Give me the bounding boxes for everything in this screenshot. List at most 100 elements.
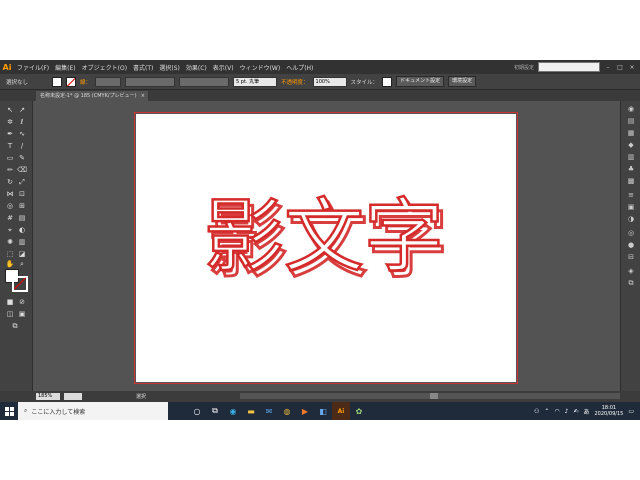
rectangle-tool-icon[interactable]: ▭ xyxy=(5,153,15,163)
zoom-field[interactable]: 185% xyxy=(36,393,60,400)
ime-indicator[interactable]: あ xyxy=(583,407,589,416)
fill-swatch[interactable] xyxy=(52,76,63,87)
paint-icon[interactable]: ✿ xyxy=(350,402,368,420)
align-panel-icon[interactable]: ⊟ xyxy=(626,253,636,262)
lasso-tool-icon[interactable]: ℓ xyxy=(17,117,27,127)
opacity-field[interactable]: 100% xyxy=(312,76,347,87)
magic-wand-tool-icon[interactable]: ✲ xyxy=(5,117,15,127)
width-tool-icon[interactable]: ⋈ xyxy=(5,189,15,199)
graphic-styles-panel-icon[interactable]: ● xyxy=(626,241,636,250)
edge-browser-icon[interactable]: ◉ xyxy=(224,402,242,420)
pen-workspace-icon[interactable]: ✍ xyxy=(573,408,578,415)
type-tool-icon[interactable]: T xyxy=(5,141,15,151)
screen-mode-icon[interactable]: ▣ xyxy=(17,309,27,319)
artboard[interactable]: 影文字 影文字 xyxy=(136,114,516,382)
libraries-panel-icon[interactable]: ▦ xyxy=(626,129,636,138)
gradient-tool-icon[interactable]: ▤ xyxy=(17,213,27,223)
scale-tool-icon[interactable]: ⤢ xyxy=(17,177,27,187)
file-explorer-icon[interactable]: ▬ xyxy=(242,402,260,420)
artboards-panel-icon[interactable]: ⧉ xyxy=(626,279,636,288)
pen-tool-icon[interactable]: ✒ xyxy=(5,129,15,139)
eyedropper-tool-icon[interactable]: ⌖ xyxy=(5,225,15,235)
layers-panel-icon[interactable]: ◈ xyxy=(626,267,636,276)
workspace-switcher[interactable]: 初期設定 xyxy=(514,64,534,71)
swatches-panel-icon[interactable]: ▥ xyxy=(626,153,636,162)
media-player-icon[interactable]: ▶ xyxy=(296,402,314,420)
tab-close-icon[interactable]: × xyxy=(141,91,145,101)
maximize-icon[interactable]: □ xyxy=(616,64,624,71)
graph-tool-icon[interactable]: ▥ xyxy=(17,237,27,247)
horizontal-scrollbar[interactable] xyxy=(240,393,620,399)
hand-tool-icon[interactable]: ✋ xyxy=(5,259,15,269)
taskbar-clock[interactable]: 18:01 2020/09/15 xyxy=(595,405,624,417)
taskbar-search-box[interactable]: ⌕ ここに入力して検索 xyxy=(18,402,168,420)
artboard-navigator[interactable] xyxy=(64,393,82,400)
menu-object[interactable]: オブジェクト(O) xyxy=(79,63,130,72)
symbol-sprayer-tool-icon[interactable]: ✺ xyxy=(5,237,15,247)
variable-width-profile[interactable] xyxy=(125,76,176,87)
opacity-label[interactable]: 不透明度： xyxy=(281,78,309,86)
notification-icon[interactable]: ▭ xyxy=(628,408,634,415)
stroke-color-box[interactable] xyxy=(12,276,28,292)
illustrator-taskbar-icon[interactable]: Ai xyxy=(332,402,350,420)
stroke-panel-icon[interactable]: ≡ xyxy=(626,191,636,200)
pencil-tool-icon[interactable]: ✏ xyxy=(5,165,15,175)
chrome-icon[interactable]: ◍ xyxy=(278,402,296,420)
blend-tool-icon[interactable]: ◐ xyxy=(17,225,27,235)
menu-effect[interactable]: 効果(C) xyxy=(183,63,210,72)
symbols-panel-icon[interactable]: ▩ xyxy=(626,177,636,186)
curvature-tool-icon[interactable]: ∿ xyxy=(17,129,27,139)
menu-view[interactable]: 表示(V) xyxy=(210,63,237,72)
current-tool-status[interactable]: 選択 xyxy=(136,393,146,400)
mail-icon[interactable]: ✉ xyxy=(260,402,278,420)
mesh-tool-icon[interactable]: # xyxy=(5,213,15,223)
stroke-weight-field[interactable] xyxy=(95,76,122,87)
canvas-area[interactable]: 影文字 影文字 xyxy=(33,101,619,391)
brushes-panel-icon[interactable]: ♣ xyxy=(626,165,636,174)
none-color-icon[interactable]: ⊘ xyxy=(17,297,27,307)
start-button[interactable] xyxy=(0,402,18,420)
graphic-style-swatch[interactable] xyxy=(382,76,393,87)
color-panel-icon[interactable]: ◆ xyxy=(626,141,636,150)
menu-help[interactable]: ヘルプ(H) xyxy=(283,63,316,72)
minimize-icon[interactable]: – xyxy=(604,64,612,71)
appearance-panel-icon[interactable]: ◎ xyxy=(626,229,636,238)
people-icon[interactable]: ⚇ xyxy=(534,408,539,415)
free-transform-tool-icon[interactable]: ⊡ xyxy=(17,189,27,199)
preferences-button[interactable]: 環境設定 xyxy=(448,76,477,87)
selection-tool-icon[interactable]: ↖ xyxy=(5,105,15,115)
color-mode-icon[interactable]: ■ xyxy=(5,297,15,307)
scrollbar-thumb[interactable] xyxy=(430,393,438,399)
show-hidden-icons-icon[interactable]: ⌃ xyxy=(544,408,549,415)
drawing-mode-icon[interactable]: ◫ xyxy=(5,309,15,319)
document-setup-button[interactable]: ドキュメント設定 xyxy=(396,76,445,87)
paintbrush-tool-icon[interactable]: ✎ xyxy=(17,153,27,163)
gradient-panel-icon[interactable]: ▣ xyxy=(626,203,636,212)
eraser-tool-icon[interactable]: ⌫ xyxy=(17,165,27,175)
rotate-tool-icon[interactable]: ↻ xyxy=(5,177,15,187)
store-icon[interactable]: ◧ xyxy=(314,402,332,420)
cortana-icon[interactable]: ○ xyxy=(188,402,206,420)
artboard-tool-icon[interactable]: ⬚ xyxy=(5,249,15,259)
network-icon[interactable]: ◠ xyxy=(554,408,559,415)
brush-definition[interactable] xyxy=(179,76,230,87)
properties-panel-icon[interactable]: ▤ xyxy=(626,117,636,126)
menu-type[interactable]: 書式(T) xyxy=(130,63,156,72)
zoom-tool-icon[interactable]: ⌕ xyxy=(17,259,27,269)
shape-builder-tool-icon[interactable]: ◎ xyxy=(5,201,15,211)
brush-select[interactable]: 5 pt. 丸筆 xyxy=(233,76,278,87)
close-icon[interactable]: × xyxy=(628,64,636,71)
slice-tool-icon[interactable]: ◪ xyxy=(17,249,27,259)
stroke-swatch[interactable] xyxy=(66,76,77,87)
volume-icon[interactable]: ♪ xyxy=(565,408,569,415)
menu-edit[interactable]: 編集(E) xyxy=(52,63,78,72)
visibility-eye-icon[interactable]: ◉ xyxy=(626,105,636,114)
line-tool-icon[interactable]: / xyxy=(17,141,27,151)
direct-selection-tool-icon[interactable]: ↗ xyxy=(17,105,27,115)
menu-select[interactable]: 選択(S) xyxy=(156,63,183,72)
edit-toolbar-icon[interactable]: ⧉ xyxy=(10,321,20,331)
document-tab[interactable]: 名称未設定-1* @ 185 (CMYK/プレビュー) × xyxy=(36,91,148,101)
stroke-label[interactable]: 線： xyxy=(80,78,91,86)
stock-search-input[interactable] xyxy=(538,62,600,72)
menu-file[interactable]: ファイル(F) xyxy=(14,63,52,72)
